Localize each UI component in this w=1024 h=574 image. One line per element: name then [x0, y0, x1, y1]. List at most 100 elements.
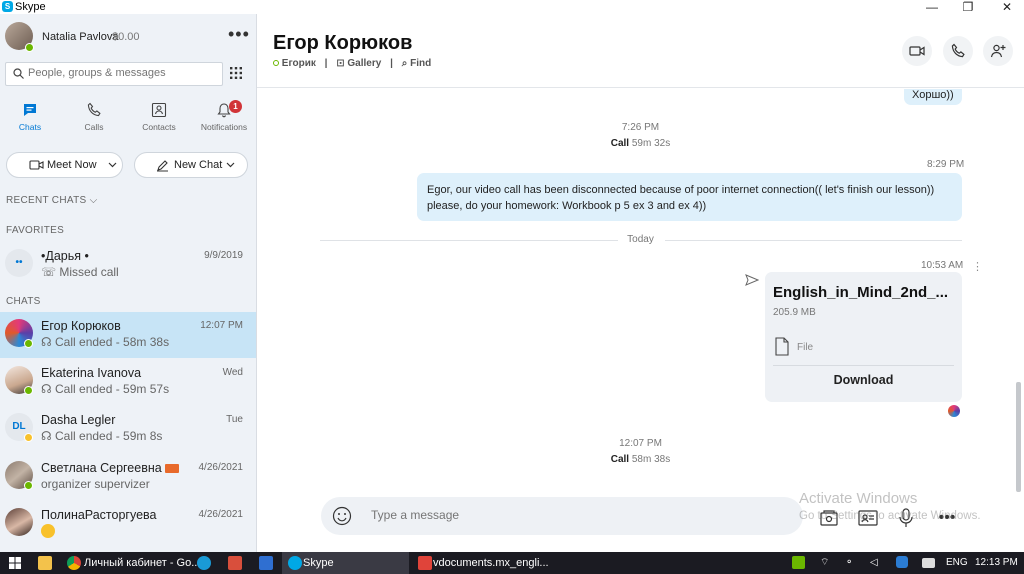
flag-icon [165, 464, 180, 474]
download-button[interactable]: Download [765, 373, 962, 387]
call-ended-icon: ☊ [41, 382, 52, 396]
sent-icon [745, 274, 759, 286]
read-receipt-avatar [948, 405, 960, 417]
find-link[interactable]: Find [410, 58, 431, 69]
message-bubble[interactable]: Хоршо)) [904, 89, 962, 105]
message-time: 8:29 PM [927, 159, 965, 170]
add-people-button[interactable] [983, 36, 1013, 66]
conversation-header: Егор Корюков Егорик | ⊡ Gallery | ⌕ Find [257, 14, 1024, 88]
close-button[interactable]: ✕ [992, 0, 1022, 14]
tab-chats[interactable]: Chats [0, 100, 60, 140]
chat-preview: ☊ Call ended - 59m 57s [41, 382, 169, 396]
tab-calls[interactable]: Calls [64, 100, 124, 140]
taskbar-chrome-window[interactable]: Личный кабинет - Go... [84, 552, 200, 574]
tray-keyboard-icon[interactable] [922, 558, 935, 568]
call-ended-icon: ☊ [41, 335, 52, 349]
chat-item[interactable]: Светлана Сергеевна organizer supervizer … [0, 454, 256, 500]
app-grid-icon[interactable] [228, 556, 242, 570]
taskbar: Личный кабинет - Go... Skype vdocuments.… [0, 552, 1024, 574]
video-call-button[interactable] [902, 36, 932, 66]
file-explorer-icon[interactable] [38, 556, 52, 570]
file-card[interactable]: English_in_Mind_2nd_... 205.9 MB File Do… [765, 272, 962, 402]
tray-network-icon[interactable]: ⚬ [845, 552, 853, 574]
activate-windows-subtitle: Go to Settings to activate Windows. [799, 510, 981, 522]
tray-volume-icon[interactable]: ◁ [870, 552, 878, 574]
message-text-line: please, do your homework: Workbook p 5 e… [427, 200, 707, 212]
chat-time: 4/26/2021 [198, 509, 244, 520]
search-input[interactable] [28, 67, 218, 79]
gallery-link[interactable]: Gallery [347, 58, 381, 69]
tray-chat-icon[interactable] [896, 556, 908, 568]
call-label: Call [610, 138, 630, 149]
audio-call-button[interactable] [943, 36, 973, 66]
contact-name: Светлана Сергеевна [41, 461, 180, 475]
online-status-icon [24, 339, 33, 348]
file-name[interactable]: English_in_Mind_2nd_... [773, 284, 948, 301]
recent-chats-header[interactable]: RECENT CHATS ⌵ [6, 195, 97, 206]
search-icon [13, 68, 24, 79]
new-chat-button[interactable]: New Chat [134, 152, 248, 178]
conversation-subbar: Егорик | ⊡ Gallery | ⌕ Find [273, 58, 431, 69]
chat-item[interactable]: Егор Корюков ☊ Call ended - 58m 38s 12:0… [0, 312, 256, 358]
chat-item[interactable]: Ekaterina Ivanova ☊ Call ended - 59m 57s… [0, 359, 256, 405]
conversation-pane: Егор Корюков Егорик | ⊡ Gallery | ⌕ Find [257, 14, 1024, 552]
clock[interactable]: 12:13 PM [975, 552, 1018, 574]
call-ended-icon: ☊ [41, 429, 52, 443]
chat-time: 4/26/2021 [198, 462, 244, 473]
tray-check-icon[interactable] [792, 556, 805, 569]
contact-name-text: Светлана Сергеевна [41, 461, 162, 475]
chat-icon [24, 104, 36, 116]
emoji-icon[interactable] [332, 506, 352, 526]
call-summary: Call 58m 38s [257, 454, 1024, 465]
favorites-header: FAVORITES [6, 225, 65, 236]
message-text-line: Egor, our video call has been disconnect… [427, 184, 935, 196]
chevron-down-icon [108, 162, 117, 168]
message-bubble[interactable]: Egor, our video call has been disconnect… [417, 173, 962, 221]
tab-contacts[interactable]: Contacts [129, 100, 189, 140]
chat-item[interactable]: DL Dasha Legler ☊ Call ended - 59m 8s Tu… [0, 406, 256, 452]
profile-name[interactable]: Natalia Pavlova [42, 31, 118, 43]
edge-icon[interactable] [197, 556, 211, 570]
chrome-icon[interactable] [67, 556, 81, 570]
profile-bar[interactable]: Natalia Pavlova $0.00 ••• [5, 22, 255, 54]
skype-taskbar-icon [288, 556, 302, 570]
mail-icon[interactable] [259, 556, 273, 570]
pdf-icon[interactable] [418, 556, 432, 570]
meet-now-button[interactable]: Meet Now [6, 152, 123, 178]
windows-start-icon[interactable] [9, 557, 21, 569]
file-size: 205.9 MB [773, 307, 816, 318]
contact-name: •Дарья • [41, 249, 89, 263]
tab-calls-label: Calls [84, 122, 104, 132]
maximize-button[interactable]: ❐ [953, 0, 983, 14]
new-chat-icon [157, 160, 168, 172]
tab-notifications[interactable]: 1 Notifications [194, 100, 254, 140]
tab-chats-label: Chats [18, 122, 42, 132]
meet-now-label: Meet Now [47, 159, 97, 171]
message-options-icon[interactable]: ⋮ [972, 260, 983, 273]
tab-contacts-label: Contacts [142, 122, 176, 132]
chat-preview-text: Call ended - 58m 38s [55, 335, 170, 349]
conversation-title[interactable]: Егор Корюков [273, 32, 412, 55]
search-box[interactable] [5, 62, 223, 86]
favorite-item[interactable]: •• •Дарья • ☏ Missed call 9/9/2019 [0, 242, 256, 288]
activate-windows-title: Activate Windows [799, 490, 918, 507]
taskbar-skype-window[interactable]: Skype [282, 552, 409, 574]
call-label: Call [610, 454, 630, 465]
sidebar: Natalia Pavlova $0.00 ••• Chats Calls Co… [0, 14, 257, 552]
message-list: Хоршо)) 7:26 PM Call 59m 32s 8:29 PM Ego… [257, 89, 1024, 494]
more-options-icon[interactable]: ••• [228, 25, 250, 43]
call-duration: 59m 32s [631, 138, 671, 149]
input-language[interactable]: ENG [946, 552, 968, 574]
taskbar-pdf-window[interactable]: vdocuments.mx_engli... [433, 552, 549, 574]
minimize-button[interactable]: — [917, 0, 947, 14]
scrollbar[interactable] [1016, 382, 1021, 492]
skype-credit[interactable]: $0.00 [112, 31, 140, 43]
online-status-icon [25, 43, 34, 52]
contact-nickname[interactable]: Егорик [282, 58, 316, 69]
add-person-icon [990, 44, 1006, 58]
contact-avatar: •• [5, 249, 33, 277]
tray-wifi-icon[interactable]: ⌔ [820, 552, 829, 574]
dialpad-icon[interactable] [229, 66, 243, 80]
chat-item[interactable]: ПолинаРасторгуева 4/26/2021 [0, 501, 256, 547]
message-input[interactable] [371, 508, 771, 522]
